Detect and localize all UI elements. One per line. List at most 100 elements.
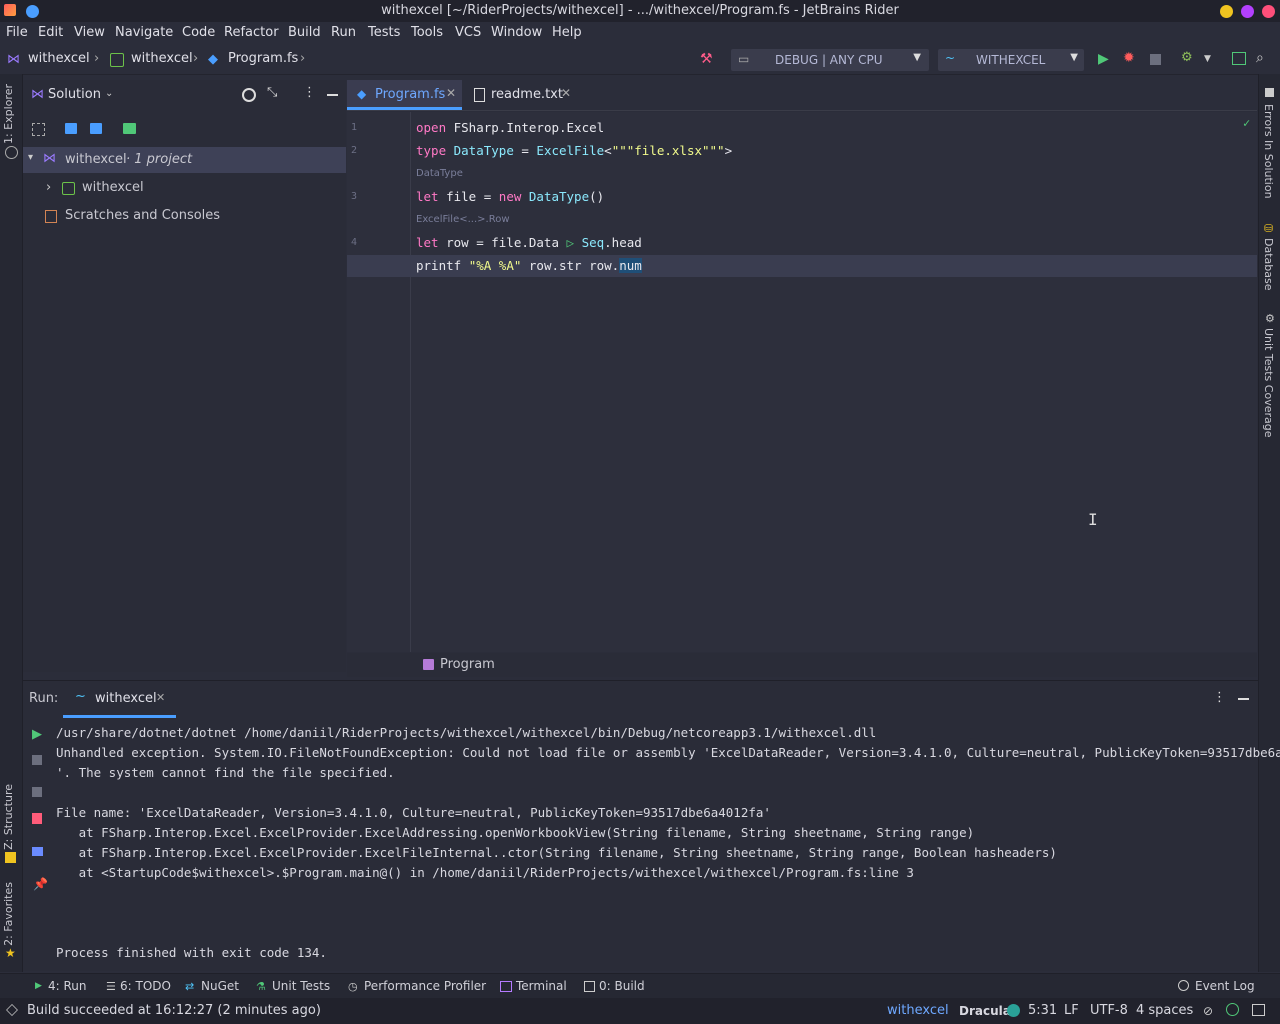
minimize-panel-icon[interactable] xyxy=(327,94,338,96)
layout-icon[interactable] xyxy=(32,847,43,856)
menu-refactor[interactable]: Refactor xyxy=(224,25,279,40)
inspection-ok-icon[interactable] xyxy=(1226,1003,1239,1016)
run-icon[interactable]: ▶ xyxy=(1098,51,1109,67)
more-vertical-icon[interactable]: ⋮ xyxy=(303,85,316,100)
title-bar: withexcel [~/RiderProjects/withexcel] - … xyxy=(0,0,1280,22)
collapse-all-icon[interactable] xyxy=(90,123,102,134)
tool-tab-coverage[interactable]: Unit Tests Coverage xyxy=(1262,328,1275,437)
terminal-icon[interactable] xyxy=(1232,52,1246,65)
lock-icon[interactable]: ⊘ xyxy=(1203,1004,1213,1018)
menu-navigate[interactable]: Navigate xyxy=(115,25,173,40)
breadcrumb-file[interactable]: Program.fs xyxy=(228,51,298,66)
project-name: withexcel xyxy=(82,180,144,195)
close-icon[interactable]: ✕ xyxy=(561,86,571,100)
solution-icon: ⋈ xyxy=(31,87,44,102)
tool-tab-terminal[interactable]: Terminal xyxy=(516,979,567,993)
search-icon[interactable]: ⌕ xyxy=(1256,50,1264,66)
tool-tab-profiler[interactable]: Performance Profiler xyxy=(364,979,486,993)
run-tab-withexcel[interactable]: ~ withexcel ✕ xyxy=(63,681,176,718)
close-button[interactable] xyxy=(1262,5,1275,18)
chevron-right-icon[interactable]: › xyxy=(46,180,51,195)
more-vertical-icon[interactable]: ⋮ xyxy=(1213,690,1226,705)
tool-tab-event-log[interactable]: Event Log xyxy=(1195,979,1255,993)
menu-view[interactable]: View xyxy=(74,25,105,40)
collapse-icon[interactable]: ⤡ xyxy=(267,85,277,100)
tool-tab-todo[interactable]: 6: TODO xyxy=(120,979,171,993)
menu-file[interactable]: File xyxy=(6,25,28,40)
tool-tab-errors[interactable]: Errors In Solution xyxy=(1262,104,1275,199)
build-icon xyxy=(584,981,595,992)
hammer-icon[interactable]: ⚒ xyxy=(700,51,713,67)
select-icon[interactable] xyxy=(32,123,45,136)
build-config-combo[interactable]: ▭ DEBUG | ANY CPU ▼ xyxy=(731,49,929,71)
menu-edit[interactable]: Edit xyxy=(38,25,63,40)
todo-icon: ☰ xyxy=(106,980,116,993)
coverage-icon[interactable]: ⚙ xyxy=(1181,50,1193,65)
status-position[interactable]: 5:31 xyxy=(1028,1003,1057,1018)
unit-tests-icon: ⚗ xyxy=(256,980,266,993)
stop-icon[interactable] xyxy=(1150,54,1161,65)
breadcrumb-project[interactable]: withexcel xyxy=(131,51,193,66)
solution-name: withexcel xyxy=(65,152,127,167)
tool-tab-favorites[interactable]: 2: Favorites xyxy=(2,882,15,946)
editor-breadcrumb[interactable]: Program xyxy=(440,657,495,672)
memory-indicator-icon[interactable] xyxy=(1252,1004,1265,1016)
text-cursor-icon: I xyxy=(1088,510,1098,529)
minimize-panel-icon[interactable] xyxy=(1238,698,1249,700)
status-toggle-icon[interactable] xyxy=(6,1004,18,1016)
tool-tab-run[interactable]: 4: Run xyxy=(48,979,87,993)
tool-tab-database[interactable]: Database xyxy=(1262,238,1275,291)
trash-icon[interactable] xyxy=(32,813,42,824)
tree-row-solution[interactable]: ▾ ⋈ withexcel · 1 project xyxy=(23,147,346,173)
menu-code[interactable]: Code xyxy=(182,25,215,40)
stop-icon[interactable] xyxy=(32,755,42,765)
tool-tab-structure[interactable]: Z: Structure xyxy=(2,784,15,850)
pin-icon[interactable]: 📌 xyxy=(33,877,48,891)
tree-row-project[interactable]: › withexcel xyxy=(23,175,346,201)
maximize-button[interactable] xyxy=(1241,5,1254,18)
show-files-icon[interactable] xyxy=(123,123,136,134)
tab-readme-txt[interactable]: readme.txt ✕ xyxy=(465,80,580,110)
menu-build[interactable]: Build xyxy=(288,25,321,40)
navigation-bar: ⋈ withexcel › withexcel › ◆ Program.fs ›… xyxy=(0,46,1280,75)
solution-icon: ⋈ xyxy=(43,151,56,166)
line-number: 2 xyxy=(351,145,358,156)
status-message[interactable]: Build succeeded at 16:12:27 (2 minutes a… xyxy=(27,1003,321,1018)
tree-row-scratches[interactable]: Scratches and Consoles xyxy=(23,203,346,229)
close-icon[interactable]: ✕ xyxy=(156,691,165,704)
config-icon: ▭ xyxy=(738,52,750,66)
menu-run[interactable]: Run xyxy=(331,25,356,40)
status-line-separator[interactable]: LF xyxy=(1064,1003,1079,1018)
tool-tab-nuget[interactable]: NuGet xyxy=(201,979,239,993)
line-number: 1 xyxy=(351,122,358,133)
status-encoding[interactable]: UTF-8 xyxy=(1090,1003,1128,1018)
chevron-down-icon[interactable]: ▼ xyxy=(1204,54,1211,64)
status-indent[interactable]: 4 spaces xyxy=(1136,1003,1193,1018)
menu-vcs[interactable]: VCS xyxy=(455,25,481,40)
tab-program-fs[interactable]: ◆ Program.fs ✕ xyxy=(347,80,462,110)
breadcrumb-solution[interactable]: withexcel xyxy=(28,51,90,66)
menu-window[interactable]: Window xyxy=(491,25,542,40)
status-theme[interactable]: Dracula xyxy=(959,1004,1011,1018)
tool-tab-unit-tests[interactable]: Unit Tests xyxy=(272,979,330,993)
run-config-combo[interactable]: ~ WITHEXCEL ▼ xyxy=(938,49,1084,71)
tool-tab-build[interactable]: 0: Build xyxy=(599,979,645,993)
code-line-3: let file = new DataType() xyxy=(416,189,605,204)
expand-all-icon[interactable] xyxy=(65,123,77,134)
tool-tab-explorer[interactable]: 1: Explorer xyxy=(2,84,15,144)
code-editor[interactable]: 1 2 3 4 5 ☼ ✓ open FSharp.Interop.Excel … xyxy=(347,112,1257,652)
menu-help[interactable]: Help xyxy=(552,25,582,40)
dump-threads-icon[interactable] xyxy=(32,787,42,797)
errors-icon xyxy=(1265,88,1274,97)
rerun-icon[interactable]: ▶ xyxy=(32,727,42,742)
target-icon[interactable] xyxy=(242,88,256,102)
debug-icon[interactable]: ✹ xyxy=(1123,50,1135,66)
close-icon[interactable]: ✕ xyxy=(446,86,456,100)
minimize-button[interactable] xyxy=(1220,5,1233,18)
chevron-down-icon[interactable]: ▾ xyxy=(28,152,33,163)
menu-tests[interactable]: Tests xyxy=(368,25,400,40)
explorer-header[interactable]: Solution xyxy=(48,87,101,102)
status-project[interactable]: withexcel xyxy=(887,1003,949,1018)
chevron-down-icon[interactable]: ⌄ xyxy=(105,88,113,99)
menu-tools[interactable]: Tools xyxy=(411,25,443,40)
